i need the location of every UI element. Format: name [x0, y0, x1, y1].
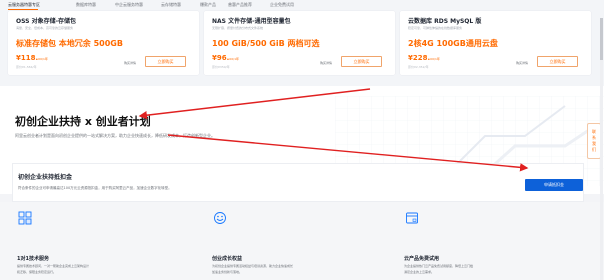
- feature-desc-line2: 和迁移，保障业务稳定运行。: [17, 270, 57, 274]
- feature-title: 1对1技术服务: [17, 256, 49, 262]
- card-detail-link[interactable]: 购买详情: [124, 61, 136, 65]
- active-tab-underline: [8, 9, 38, 10]
- card-price: ¥228.00/1年: [408, 54, 440, 62]
- contact-us-floating-tab[interactable]: 联 系 我 们: [587, 123, 601, 159]
- hero-subtitle: 阿里云创业者计划是面向初创企业提供的一站式解决方案，助力企业快速成长，降低研发成…: [15, 133, 215, 138]
- feature-desc: 为企业提供热门云产品免费试用额度，降低上云门槛: [404, 264, 474, 268]
- feature-tech-service: 1对1技术服务 提供专属技术顾问，一对一帮助企业完成上云架构设计 和迁移，保障业…: [17, 210, 211, 280]
- buy-now-button[interactable]: 立即购买: [341, 56, 382, 67]
- product-cards-section: 云服务器特惠专区 数据库特惠 中企云服务特惠 云存储特惠 爆款产品 普惠产品推荐…: [0, 0, 604, 86]
- card-highlight: 100 GiB/500 GiB 两档可选: [212, 39, 320, 48]
- feature-title: 创业成长权益: [212, 256, 243, 262]
- tab-2[interactable]: 中企云服务特惠: [115, 2, 143, 8]
- feature-growth: 创业成长权益 为初创企业提供专属活动权益与培训资源，助力企业快速成长 加速业务创…: [212, 210, 406, 280]
- card-price: ¥118.00/1年: [16, 54, 48, 62]
- feature-free-trial: 云产品免费试用 为企业提供热门云产品免费试用额度，降低上云门槛 满足企业的上云需…: [404, 210, 598, 280]
- price-value: ¥118.: [16, 54, 39, 62]
- card-detail-link[interactable]: 购买详情: [516, 61, 528, 65]
- contact-char-1: 联: [592, 129, 596, 134]
- feature-desc-line2: 加速业务创新与落地。: [212, 270, 243, 274]
- cloud-trial-icon: [406, 212, 418, 224]
- support-icon: [214, 212, 226, 224]
- fund-desc: 符合条件的企业可申请最高达100万元云资源抵扣金，用于购买阿里云产品，加速企业数…: [18, 186, 172, 190]
- card-desc: 无限扩容、按量付费的分布式文件系统: [212, 26, 264, 30]
- tab-1[interactable]: 数据库特惠: [76, 2, 96, 8]
- feature-desc-line2: 满足企业的上云需求。: [404, 270, 435, 274]
- card-price: ¥96.00/1年: [212, 54, 239, 62]
- card-highlight: 2核4G 100GB通用云盘: [408, 39, 498, 48]
- price-unit: 00/1年: [229, 57, 240, 61]
- card-title: 云数据库 RDS MySQL 版: [408, 18, 482, 25]
- startup-fund-panel: 初创企业扶持抵扣金 符合条件的企业可申请最高达100万元云资源抵扣金，用于购买阿…: [12, 163, 584, 202]
- contact-char-4: 们: [592, 147, 596, 152]
- price-unit: 00/1年: [430, 57, 440, 61]
- product-card-rds[interactable]: 云数据库 RDS MySQL 版 稳定可靠、可弹性伸缩的在线数据库服务 2核4G…: [400, 11, 591, 75]
- product-card-oss[interactable]: OSS 对象存储-存储包 海量、安全、低成本、高可靠的云存储服务 标准存储包 本…: [8, 11, 199, 75]
- card-detail-link[interactable]: 购买详情: [320, 61, 332, 65]
- tab-6[interactable]: 企业免费试用: [270, 2, 294, 8]
- card-desc: 稳定可靠、可弹性伸缩的在线数据库服务: [408, 26, 463, 30]
- feature-desc: 提供专属技术顾问，一对一帮助企业完成上云架构设计: [17, 264, 90, 268]
- card-origin-price: 原价¥350/年: [212, 65, 230, 69]
- feature-desc: 为初创企业提供专属活动权益与培训资源，助力企业快速成长: [212, 264, 294, 268]
- card-highlight: 标准存储包 本地冗余 500GB: [16, 39, 123, 48]
- price-value: ¥96.: [212, 54, 230, 62]
- buy-now-button[interactable]: 立即购买: [537, 56, 578, 67]
- card-origin-price: 原价¥1,584/年: [16, 65, 37, 69]
- apply-fund-button[interactable]: 申请抵扣金: [525, 179, 583, 191]
- card-desc: 海量、安全、低成本、高可靠的云存储服务: [16, 26, 74, 30]
- tab-0[interactable]: 云服务器特惠专区: [8, 2, 40, 8]
- benefits-section: 1对1技术服务 提供专属技术顾问，一对一帮助企业完成上云架构设计 和迁移，保障业…: [0, 202, 604, 280]
- feature-title: 云产品免费试用: [404, 256, 440, 262]
- grid-icon: [18, 211, 32, 225]
- card-title: NAS 文件存储-通用型容量包: [212, 18, 291, 25]
- tab-4[interactable]: 爆款产品: [200, 2, 216, 8]
- card-origin-price: 原价¥2,352/年: [408, 65, 429, 69]
- fund-title: 初创企业扶持抵扣金: [18, 174, 73, 181]
- price-value: ¥228.: [408, 54, 431, 62]
- tab-3[interactable]: 云存储特惠: [161, 2, 181, 8]
- scrollbar-thumb[interactable]: [600, 18, 603, 60]
- price-unit: 00/1年: [38, 57, 48, 61]
- buy-now-button[interactable]: 立即购买: [145, 56, 186, 67]
- tab-5[interactable]: 普惠产品推荐: [228, 2, 252, 8]
- product-card-nas[interactable]: NAS 文件存储-通用型容量包 无限扩容、按量付费的分布式文件系统 100 Gi…: [204, 11, 395, 75]
- hero-title: 初创企业扶持 x 创业者计划: [15, 115, 151, 128]
- card-title: OSS 对象存储-存储包: [16, 18, 77, 25]
